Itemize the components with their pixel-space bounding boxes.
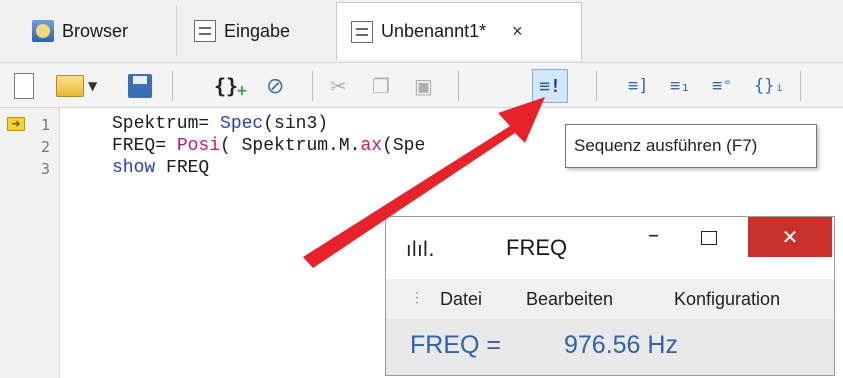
browser-icon (32, 20, 54, 42)
close-window-button[interactable]: ✕ (748, 217, 832, 257)
minimize-button[interactable]: – (648, 223, 659, 248)
new-document-icon (14, 73, 34, 99)
code-line: show FREQ (112, 158, 209, 178)
toolbar-separator (172, 71, 173, 101)
new-document-button[interactable] (14, 71, 34, 101)
close-tab-icon[interactable]: × (512, 21, 523, 42)
code-text: ( Spektrum.M. (220, 136, 361, 156)
tag-button[interactable]: ⊘ (266, 71, 284, 101)
tab-browser-label: Browser (62, 20, 129, 41)
tab-eingabe-label: Eingabe (224, 20, 291, 41)
cut-button[interactable]: ✂ (330, 71, 347, 101)
run-sequence-button[interactable]: ≡! (532, 69, 568, 103)
step-into-button[interactable]: ≡₁ (670, 71, 690, 101)
tab-unbenannt1-label: Unbenannt1* (381, 21, 487, 41)
breakpoint-button[interactable]: {}ᵢ (754, 71, 785, 101)
toolbar-separator (458, 71, 459, 101)
tab-divider (176, 6, 177, 56)
line-number: 2 (40, 138, 50, 156)
tab-unbenannt1[interactable]: Unbenannt1* × (336, 2, 582, 60)
toolbar: ▼ {} + ⊘ ✂ ❐ ▣ ≡! ≡] ≡₁ ≡⁼ {}ᵢ (0, 62, 843, 108)
copy-button[interactable]: ❐ (372, 71, 390, 101)
chevron-down-icon: ▼ (88, 79, 98, 93)
braces-icon: {} (214, 74, 239, 98)
toolbar-separator (800, 71, 801, 101)
run-sequence-icon: ≡! (539, 75, 561, 97)
braces-button[interactable]: {} + (214, 71, 248, 101)
paste-icon: ▣ (414, 74, 433, 98)
step-button[interactable]: ≡] (628, 71, 648, 101)
menu-datei[interactable]: Datei (440, 289, 482, 310)
value-label: FREQ = (410, 331, 501, 359)
paste-button[interactable]: ▣ (414, 71, 433, 101)
code-function: Spec (220, 114, 264, 134)
value-display: FREQ = 976.56 Hz (386, 319, 834, 375)
menu-konfiguration[interactable]: Konfiguration (674, 289, 780, 310)
spectrum-icon: ılıl. (406, 237, 435, 261)
step-over-icon: ≡⁼ (712, 76, 733, 96)
code-line: Spektrum= Spec(sin3) (112, 114, 328, 134)
step-over-button[interactable]: ≡⁼ (712, 71, 732, 101)
window-title: FREQ (506, 235, 568, 260)
freq-window[interactable]: ılıl. FREQ – ✕ ⋮ Datei Bearbeiten Konfig… (385, 216, 835, 376)
breakpoint-icon: {}ᵢ (754, 76, 785, 96)
value-readout: 976.56 Hz (564, 331, 678, 359)
tab-eingabe[interactable]: Eingabe (180, 2, 330, 60)
line-gutter: ➜ 1 2 3 (0, 108, 60, 378)
code-text: FREQ= (112, 136, 177, 156)
code-text: Spektrum= (112, 114, 221, 134)
step-into-icon: ≡₁ (670, 76, 691, 96)
toolbar-separator (312, 71, 313, 101)
code-function: Posi (176, 136, 221, 156)
tab-browser[interactable]: Browser (18, 2, 168, 60)
document-icon (351, 20, 373, 43)
maximize-button[interactable] (701, 231, 717, 245)
plus-icon: + (236, 83, 248, 99)
copy-icon: ❐ (372, 74, 390, 98)
run-sequence-tooltip: Sequenz ausführen (F7) (565, 124, 817, 168)
document-icon (194, 20, 216, 42)
menu-bearbeiten[interactable]: Bearbeiten (526, 289, 613, 310)
code-text: FREQ (155, 158, 210, 178)
save-button[interactable] (128, 71, 152, 101)
open-folder-icon (56, 75, 84, 97)
code-line: FREQ= Posi( Spektrum.M.ax(Spe (112, 136, 425, 156)
step-icon: ≡] (628, 76, 649, 96)
open-folder-button[interactable]: ▼ (56, 71, 97, 101)
window-titlebar[interactable]: ılıl. FREQ – ✕ (386, 217, 834, 277)
save-icon (128, 74, 152, 98)
tag-icon: ⊘ (266, 73, 285, 99)
toolbar-separator (596, 71, 597, 101)
window-menubar: ⋮ Datei Bearbeiten Konfiguration (386, 279, 834, 319)
line-number: 3 (40, 160, 50, 178)
tab-bar: Browser Eingabe Unbenannt1* × (0, 0, 843, 62)
code-keyword: show (112, 158, 156, 178)
close-icon: ✕ (781, 225, 799, 249)
code-text: (Spe (382, 136, 426, 156)
menu-grip-icon: ⋮ (410, 289, 424, 305)
current-line-arrow-icon: ➜ (7, 117, 25, 131)
code-function: ax (360, 136, 383, 156)
line-number: 1 (40, 116, 50, 134)
cut-icon: ✂ (330, 74, 347, 98)
code-text: (sin3) (263, 114, 329, 134)
